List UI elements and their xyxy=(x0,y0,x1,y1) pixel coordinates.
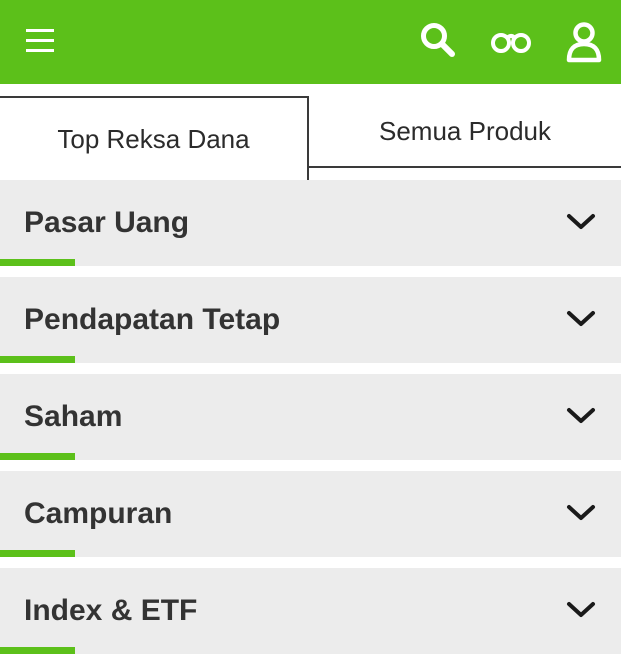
category-saham[interactable]: Saham xyxy=(0,374,621,460)
chevron-down-icon[interactable] xyxy=(566,309,596,329)
category-list: Pasar Uang Pendapatan Tetap Saham Campur… xyxy=(0,180,621,654)
search-icon[interactable] xyxy=(418,20,458,60)
chevron-down-icon[interactable] xyxy=(566,406,596,426)
tab-label: Semua Produk xyxy=(379,115,551,146)
category-pendapatan-tetap[interactable]: Pendapatan Tetap xyxy=(0,277,621,363)
category-campuran[interactable]: Campuran xyxy=(0,471,621,557)
category-index-etf[interactable]: Index & ETF xyxy=(0,568,621,654)
tab-top-reksa-dana[interactable]: Top Reksa Dana xyxy=(0,96,309,180)
accent-bar xyxy=(0,259,75,266)
accent-bar xyxy=(0,453,75,460)
top-app-bar xyxy=(0,0,621,84)
category-label: Pendapatan Tetap xyxy=(24,303,281,336)
accent-bar xyxy=(0,356,75,363)
category-label: Index & ETF xyxy=(24,594,198,627)
accent-bar xyxy=(0,550,75,557)
category-label: Pasar Uang xyxy=(24,206,190,239)
chevron-down-icon[interactable] xyxy=(566,600,596,620)
tab-label: Top Reksa Dana xyxy=(57,123,250,154)
chevron-down-icon[interactable] xyxy=(566,212,596,232)
chevron-down-icon[interactable] xyxy=(566,503,596,523)
tab-semua-produk[interactable]: Semua Produk xyxy=(309,96,621,168)
category-pasar-uang[interactable]: Pasar Uang xyxy=(0,180,621,266)
category-label: Campuran xyxy=(24,497,173,530)
user-icon[interactable] xyxy=(564,20,604,64)
tab-bar: Top Reksa Dana Semua Produk xyxy=(0,84,621,180)
accent-bar xyxy=(0,647,75,654)
binoculars-icon[interactable] xyxy=(490,24,532,58)
menu-icon[interactable] xyxy=(24,26,58,56)
category-label: Saham xyxy=(24,400,123,433)
